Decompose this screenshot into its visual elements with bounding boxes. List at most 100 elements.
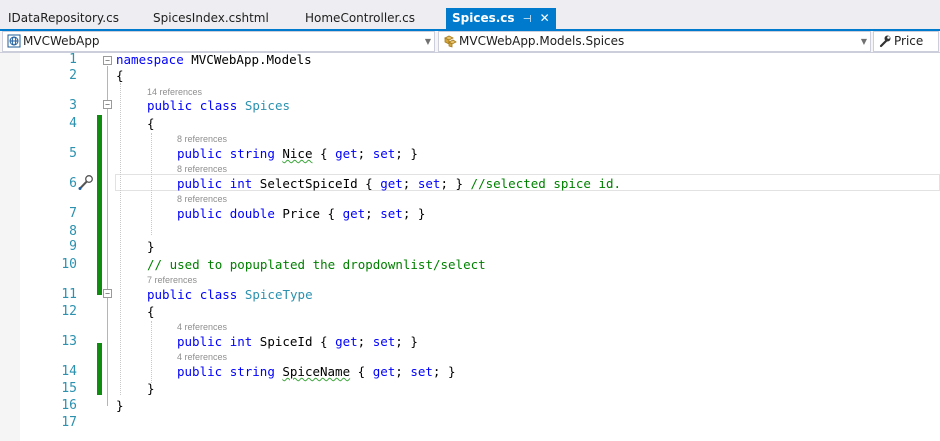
keyword: get: [380, 176, 403, 191]
keyword: get: [335, 334, 358, 349]
punctuation: ;: [402, 176, 418, 191]
property-name: SpiceName: [282, 364, 351, 379]
chevron-down-icon: ▼: [860, 37, 867, 46]
line-number: 2: [69, 68, 77, 83]
keyword: int: [229, 176, 253, 191]
keyword: get: [372, 364, 396, 379]
punctuation: ;: [357, 334, 373, 349]
keyword: set: [372, 146, 396, 161]
punctuation: ; }: [395, 146, 418, 161]
keyword: set: [380, 206, 403, 221]
chevron-down-icon: ▼: [424, 37, 431, 46]
code-line-6: public int SelectSpiceId { get; set; } /…: [177, 176, 621, 192]
codelens-references[interactable]: 4 references: [177, 352, 227, 362]
line-number: 3: [69, 98, 77, 113]
collapse-icon[interactable]: −: [103, 289, 112, 298]
keyword: class: [199, 287, 238, 302]
keyword: public: [177, 206, 223, 221]
line-number: 14: [61, 364, 77, 379]
property-name: Price: [282, 206, 321, 221]
tab-idatarepository[interactable]: IDataRepository.cs: [8, 8, 119, 29]
line-number: 16: [61, 398, 77, 413]
indent-guide: [120, 83, 121, 395]
line-number: 17: [61, 415, 77, 430]
line-number: 13: [61, 334, 77, 349]
keyword: public: [177, 176, 223, 191]
pin-icon[interactable]: ⊣: [523, 14, 532, 25]
keyword: public: [147, 287, 193, 302]
project-dropdown-value: MVCWebApp: [23, 34, 100, 48]
code-line-15: }: [147, 381, 155, 396]
wrench-icon: [879, 35, 891, 48]
punctuation: ;: [395, 364, 411, 379]
brace: {: [320, 206, 343, 221]
codelens-references[interactable]: 8 references: [177, 164, 227, 174]
change-indicator: [97, 115, 102, 295]
line-number: 1: [69, 52, 77, 67]
keyword: set: [417, 176, 441, 191]
brace: {: [312, 334, 336, 349]
line-number: 7: [69, 206, 77, 221]
keyword: public: [177, 364, 223, 379]
navigation-bar: MVCWebApp ▼ MVCWebApp.Models.Spices ▼ Pr…: [0, 31, 940, 53]
project-dropdown[interactable]: MVCWebApp ▼: [2, 31, 435, 52]
codelens-references[interactable]: 4 references: [177, 322, 227, 332]
document-tab-strip: IDataRepository.cs SpicesIndex.cshtml Ho…: [0, 0, 940, 30]
change-indicator: [97, 343, 102, 395]
indent-guide: [151, 321, 152, 383]
code-line-12: {: [147, 304, 155, 319]
keyword: public: [147, 98, 193, 113]
code-line-4: {: [147, 116, 155, 131]
brace: {: [357, 176, 381, 191]
keyword: public: [177, 334, 223, 349]
line-number: 5: [69, 146, 77, 161]
comment: //selected spice id.: [470, 176, 622, 191]
brace: {: [350, 364, 373, 379]
type-dropdown-value: MVCWebApp.Models.Spices: [459, 34, 625, 48]
type-dropdown[interactable]: MVCWebApp.Models.Spices ▼: [438, 31, 871, 52]
keyword: get: [342, 206, 366, 221]
tab-spices[interactable]: Spices.cs ⊣ ✕: [446, 8, 556, 30]
codelens-references[interactable]: 8 references: [177, 194, 227, 204]
close-icon[interactable]: ✕: [540, 11, 550, 25]
namespace-name: MVCWebApp.Models: [183, 52, 312, 67]
collapse-icon[interactable]: −: [103, 100, 112, 109]
line-number: 12: [61, 304, 77, 319]
property-name: SpiceId: [259, 334, 313, 349]
property-name: Nice: [282, 146, 313, 161]
class-name: Spices: [244, 98, 291, 113]
code-line-1: namespace MVCWebApp.Models: [116, 52, 312, 68]
code-line-9: }: [147, 239, 155, 254]
tab-spicesindex[interactable]: SpicesIndex.cshtml: [153, 8, 269, 29]
punctuation: ; }: [395, 334, 418, 349]
line-number: 9: [69, 239, 77, 254]
member-dropdown[interactable]: Price: [873, 31, 939, 52]
keyword: class: [199, 98, 238, 113]
code-line-13: public int SpiceId { get; set; }: [177, 334, 418, 350]
line-number: 6: [69, 176, 77, 191]
outline-line: [107, 66, 108, 406]
code-line-2: {: [116, 68, 124, 83]
punctuation: ; }: [440, 176, 471, 191]
brace: {: [312, 146, 336, 161]
code-editor[interactable]: − − − 1 2 3 4 5 6 7 8 9 10 11 12 13 14 1…: [0, 52, 940, 441]
punctuation: ;: [365, 206, 381, 221]
code-line-3: public class Spices: [147, 98, 290, 114]
class-icon: [444, 35, 457, 48]
codelens-references[interactable]: 8 references: [177, 134, 227, 144]
line-number: 15: [61, 381, 77, 396]
code-line-7: public double Price { get; set; }: [177, 206, 425, 222]
codelens-references[interactable]: 14 references: [147, 87, 202, 97]
code-line-14: public string SpiceName { get; set; }: [177, 364, 455, 380]
quick-actions-icon[interactable]: [77, 174, 95, 192]
class-name: SpiceType: [244, 287, 313, 302]
line-number: 11: [61, 287, 77, 302]
tab-homecontroller[interactable]: HomeController.cs: [305, 8, 415, 29]
codelens-references[interactable]: 7 references: [147, 275, 197, 285]
keyword: namespace: [116, 52, 184, 67]
collapse-icon[interactable]: −: [103, 56, 112, 65]
member-dropdown-value: Price: [894, 34, 924, 48]
punctuation: ; }: [432, 364, 456, 379]
punctuation: ; }: [402, 206, 426, 221]
globe-icon: [7, 34, 21, 48]
